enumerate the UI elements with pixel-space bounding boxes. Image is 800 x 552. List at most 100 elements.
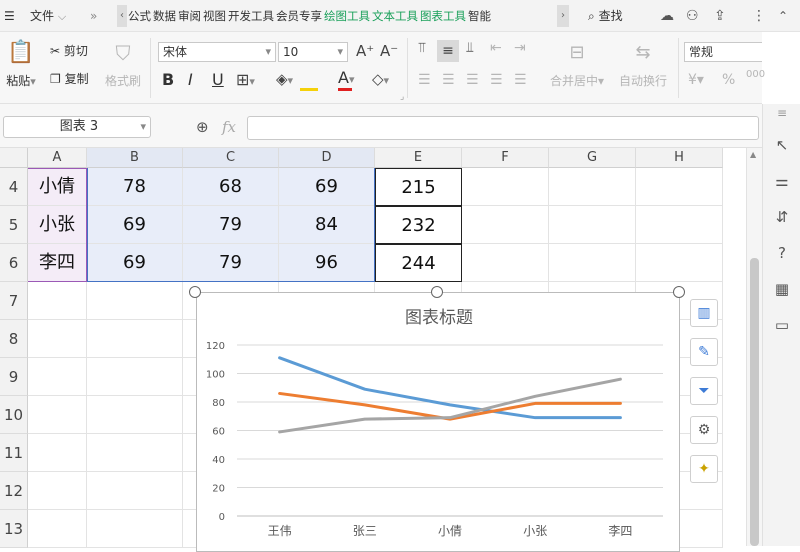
font-color-icon[interactable]: A▾ <box>338 68 354 87</box>
justify-icon[interactable]: ☰ <box>490 72 503 88</box>
collapse-ribbon-icon[interactable]: ⌃ <box>778 6 788 26</box>
tab-9[interactable]: 智能 <box>468 6 491 26</box>
auto-wrap-button[interactable]: ⇆ 自动换行 <box>614 42 672 89</box>
percent-icon[interactable]: % <box>722 72 735 88</box>
cut-button[interactable]: ✂ 剪切 <box>50 42 100 59</box>
cloud-icon[interactable]: ☁ <box>660 6 674 26</box>
select-all-corner[interactable] <box>0 148 28 168</box>
table-cell[interactable]: 79 <box>183 206 279 244</box>
number-format-select[interactable]: 常规 <box>684 42 762 62</box>
cell[interactable] <box>87 510 183 548</box>
cell[interactable] <box>636 168 723 206</box>
resize-handle-top-right[interactable] <box>673 286 685 298</box>
tab-4[interactable]: 开发工具 <box>228 6 274 26</box>
font-dialog-icon[interactable]: ⌟ <box>400 92 404 102</box>
align-bottom-icon[interactable]: ⫫ <box>466 40 474 56</box>
table-cell[interactable]: 小倩 <box>28 168 87 206</box>
row-header-6[interactable]: 6 <box>0 244 28 282</box>
align-left-icon[interactable]: ☰ <box>418 72 431 88</box>
copy-button[interactable]: ❐ 复制 <box>50 70 100 87</box>
thousands-icon[interactable]: 000 <box>746 70 765 80</box>
border-icon[interactable]: ⊞▾ <box>236 70 255 89</box>
table-style-icon[interactable]: ▦ <box>763 280 800 298</box>
fx-icon[interactable]: fx <box>222 118 236 136</box>
tab-2[interactable]: 审阅 <box>178 6 201 26</box>
tab-3[interactable]: 视图 <box>203 6 226 26</box>
scrollbar-thumb[interactable] <box>750 258 759 546</box>
column-header-B[interactable]: B <box>87 148 183 168</box>
cell[interactable] <box>87 282 183 320</box>
row-header-9[interactable]: 9 <box>0 358 28 396</box>
column-header-C[interactable]: C <box>183 148 279 168</box>
cell[interactable] <box>549 244 636 282</box>
table-cell[interactable]: 215 <box>375 168 462 206</box>
cell[interactable] <box>87 320 183 358</box>
cell[interactable] <box>87 472 183 510</box>
file-menu[interactable]: 文件 ⌵ <box>30 6 66 26</box>
cell[interactable] <box>87 396 183 434</box>
cell[interactable] <box>28 510 87 548</box>
table-cell[interactable]: 232 <box>375 206 462 244</box>
table-cell[interactable]: 96 <box>279 244 375 282</box>
share-icon[interactable]: ⇪ <box>714 6 726 26</box>
cell[interactable] <box>28 358 87 396</box>
chart-settings-gear-icon[interactable]: ⚙ <box>690 416 718 444</box>
underline-icon[interactable]: U <box>212 70 224 89</box>
cell[interactable] <box>636 206 723 244</box>
table-cell[interactable]: 69 <box>87 206 183 244</box>
resize-handle-top-left[interactable] <box>189 286 201 298</box>
indent-decrease-icon[interactable]: ⇤ <box>490 40 502 56</box>
table-cell[interactable]: 78 <box>87 168 183 206</box>
table-cell[interactable]: 68 <box>183 168 279 206</box>
cell[interactable] <box>549 168 636 206</box>
column-header-F[interactable]: F <box>462 148 549 168</box>
row-header-11[interactable]: 11 <box>0 434 28 472</box>
cell[interactable] <box>636 244 723 282</box>
increase-font-icon[interactable]: A⁺ <box>356 42 374 60</box>
tab-0[interactable]: 公式 <box>128 6 151 26</box>
cell[interactable] <box>28 434 87 472</box>
align-middle-icon[interactable]: ≡ <box>437 40 459 62</box>
cell[interactable] <box>462 206 549 244</box>
column-header-G[interactable]: G <box>549 148 636 168</box>
row-header-5[interactable]: 5 <box>0 206 28 244</box>
chart-ideas-bulb-icon[interactable]: ✦ <box>690 455 718 483</box>
indent-increase-icon[interactable]: ⇥ <box>514 40 526 56</box>
tab-1[interactable]: 数据 <box>153 6 176 26</box>
archive-icon[interactable]: ▭ <box>763 316 800 334</box>
transfer-icon[interactable]: ⇵ <box>763 208 800 226</box>
search-button[interactable]: ⌕ 查找 <box>588 6 623 26</box>
align-top-icon[interactable]: ⫪ <box>418 40 426 56</box>
share-user-icon[interactable]: ⚇ <box>686 6 699 26</box>
row-header-12[interactable]: 12 <box>0 472 28 510</box>
column-header-E[interactable]: E <box>375 148 462 168</box>
properties-icon[interactable]: ⚌ <box>763 172 800 190</box>
cell[interactable] <box>462 168 549 206</box>
bold-icon[interactable]: B <box>162 70 174 89</box>
more-menus-icon[interactable]: » <box>90 6 97 26</box>
cell[interactable] <box>462 244 549 282</box>
zoom-search-icon[interactable]: ⊕ <box>196 118 209 136</box>
formula-input[interactable] <box>247 116 759 140</box>
merge-center-button[interactable]: ⊟ 合并居中▾ <box>546 42 608 89</box>
tab-scroll-left-icon[interactable]: ‹ <box>117 5 127 27</box>
row-header-10[interactable]: 10 <box>0 396 28 434</box>
resize-handle-top[interactable] <box>431 286 443 298</box>
tab-8[interactable]: 图表工具 <box>420 6 466 26</box>
fill-color-icon[interactable]: ◈▾ <box>276 70 293 88</box>
paste-button[interactable]: 📋 粘贴▾ <box>6 40 36 89</box>
more-options-icon[interactable]: ⋮ <box>752 6 766 26</box>
help-icon[interactable]: ? <box>763 244 800 262</box>
column-header-H[interactable]: H <box>636 148 723 168</box>
font-size-select[interactable]: 10 ▾ <box>278 42 348 62</box>
cell[interactable] <box>28 472 87 510</box>
table-cell[interactable]: 244 <box>375 244 462 282</box>
font-name-select[interactable]: 宋体 ▾ <box>158 42 276 62</box>
tab-5[interactable]: 会员专享 <box>276 6 322 26</box>
row-header-4[interactable]: 4 <box>0 168 28 206</box>
tab-7[interactable]: 文本工具 <box>372 6 418 26</box>
cell[interactable] <box>87 358 183 396</box>
vertical-scrollbar[interactable]: ▲ <box>746 148 762 546</box>
cell[interactable] <box>28 282 87 320</box>
italic-icon[interactable]: I <box>188 70 193 89</box>
